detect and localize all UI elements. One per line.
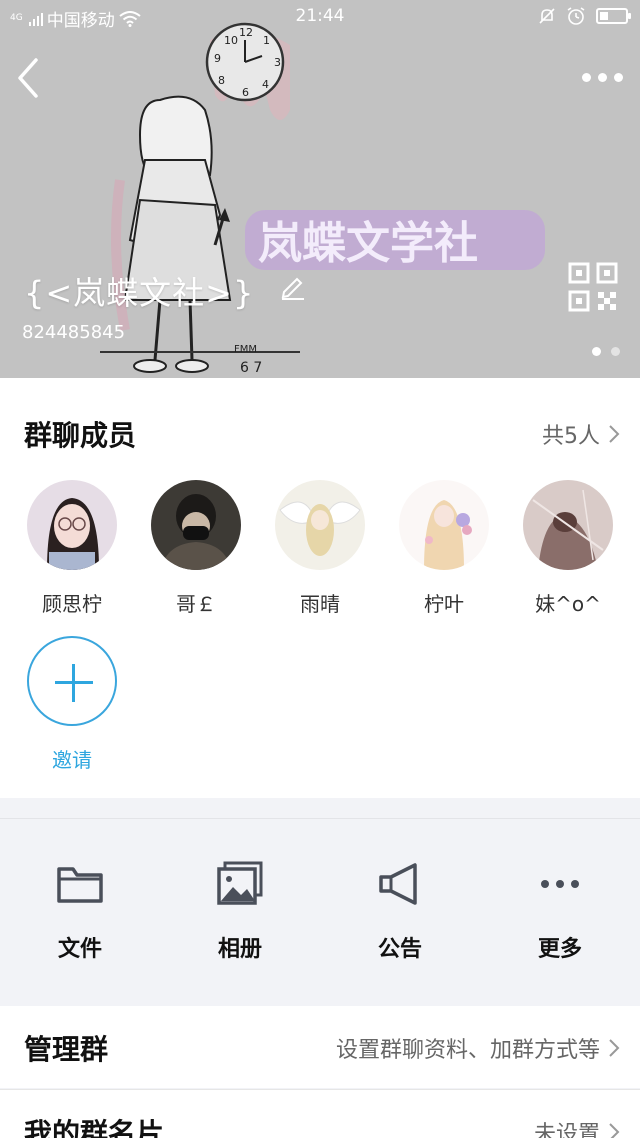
svg-text:3: 3 bbox=[274, 56, 281, 69]
more-icon bbox=[541, 880, 579, 888]
tool-label: 更多 bbox=[537, 937, 582, 962]
member-nickname: 妹^o^ bbox=[535, 592, 601, 616]
tool-label: 文件 bbox=[57, 937, 102, 962]
group-id: 824485845 bbox=[22, 322, 126, 343]
files-button[interactable]: 文件 bbox=[0, 819, 160, 988]
avatar bbox=[27, 480, 117, 570]
svg-text:1: 1 bbox=[263, 34, 270, 47]
group-banner: 12 1 3 468 9 10 FMM 6 7 岚蝶文学社 4G 中国移动 21… bbox=[0, 0, 640, 378]
album-icon bbox=[217, 861, 263, 905]
svg-text:8: 8 bbox=[218, 74, 225, 87]
member-nickname: 哥￡ bbox=[176, 592, 216, 616]
manage-group-desc-wrap: 设置群聊资料、加群方式等 bbox=[336, 1032, 620, 1064]
my-group-card-value-wrap: 未设置 bbox=[534, 1116, 620, 1138]
manage-group-title: 管理群 bbox=[24, 1033, 109, 1066]
my-group-card-title: 我的群名片 bbox=[24, 1117, 165, 1138]
album-button[interactable]: 相册 bbox=[160, 819, 320, 988]
member-item[interactable]: 妹^o^ bbox=[506, 480, 630, 617]
member-count-link[interactable]: 共5人 bbox=[542, 418, 620, 450]
member-item[interactable]: 哥￡ bbox=[134, 480, 258, 617]
member-list: 顾思柠 哥￡ 雨晴 柠叶 妹^o^ bbox=[0, 480, 640, 617]
qr-code-icon[interactable] bbox=[568, 262, 618, 312]
page-dot bbox=[611, 347, 620, 356]
folder-icon bbox=[57, 867, 103, 903]
tool-label: 公告 bbox=[377, 937, 422, 962]
members-title: 群聊成员 bbox=[24, 419, 137, 452]
invite-button[interactable]: 邀请 bbox=[26, 636, 118, 773]
group-name: {<岚蝶文社>} bbox=[24, 274, 255, 312]
avatar bbox=[275, 480, 365, 570]
svg-text:4: 4 bbox=[262, 78, 269, 91]
avatar bbox=[523, 480, 613, 570]
manage-group-desc: 设置群聊资料、加群方式等 bbox=[335, 1038, 600, 1063]
battery-icon bbox=[596, 8, 631, 24]
more-options-button[interactable] bbox=[582, 66, 624, 88]
member-item[interactable]: 柠叶 bbox=[382, 480, 506, 617]
member-item[interactable]: 雨晴 bbox=[258, 480, 382, 617]
member-nickname: 柠叶 bbox=[424, 592, 464, 616]
member-count: 共5人 bbox=[542, 424, 600, 449]
group-tools: 文件 相册 公告 更多 bbox=[0, 818, 640, 988]
members-section: 群聊成员 共5人 顾思柠 哥￡ 雨晴 柠叶 妹^o^ 邀请 bbox=[0, 378, 640, 798]
chevron-right-icon bbox=[609, 425, 620, 443]
svg-text:6: 6 bbox=[242, 86, 249, 99]
member-nickname: 顾思柠 bbox=[42, 592, 102, 616]
page-dot-active bbox=[592, 347, 601, 356]
edit-name-icon[interactable] bbox=[280, 274, 306, 300]
chevron-right-icon bbox=[609, 1039, 620, 1057]
svg-text:FMM: FMM bbox=[234, 344, 257, 355]
avatar bbox=[399, 480, 489, 570]
alarm-icon bbox=[567, 7, 585, 25]
mute-bell-icon bbox=[539, 8, 555, 24]
megaphone-icon bbox=[379, 863, 417, 905]
svg-text:6 7: 6 7 bbox=[240, 360, 262, 376]
status-bar: 4G 中国移动 21:44 bbox=[0, 0, 640, 34]
chevron-right-icon bbox=[609, 1123, 620, 1138]
add-icon bbox=[27, 636, 117, 726]
banner-page-indicator bbox=[592, 347, 620, 356]
member-item[interactable]: 顾思柠 bbox=[10, 480, 134, 617]
member-nickname: 雨晴 bbox=[300, 592, 340, 616]
avatar bbox=[151, 480, 241, 570]
manage-group-row[interactable]: 管理群 设置群聊资料、加群方式等 bbox=[0, 1006, 640, 1088]
my-group-card-value: 未设置 bbox=[533, 1122, 600, 1138]
tool-label: 相册 bbox=[217, 937, 262, 962]
announcement-button[interactable]: 公告 bbox=[320, 819, 480, 988]
svg-text:10: 10 bbox=[224, 34, 238, 47]
svg-text:9: 9 bbox=[214, 52, 221, 65]
banner-title: 岚蝶文学社 bbox=[258, 218, 478, 269]
more-button[interactable]: 更多 bbox=[480, 819, 640, 988]
back-arrow-icon[interactable] bbox=[14, 56, 44, 100]
invite-label: 邀请 bbox=[52, 748, 92, 772]
my-group-card-row[interactable]: 我的群名片 未设置 bbox=[0, 1089, 640, 1138]
